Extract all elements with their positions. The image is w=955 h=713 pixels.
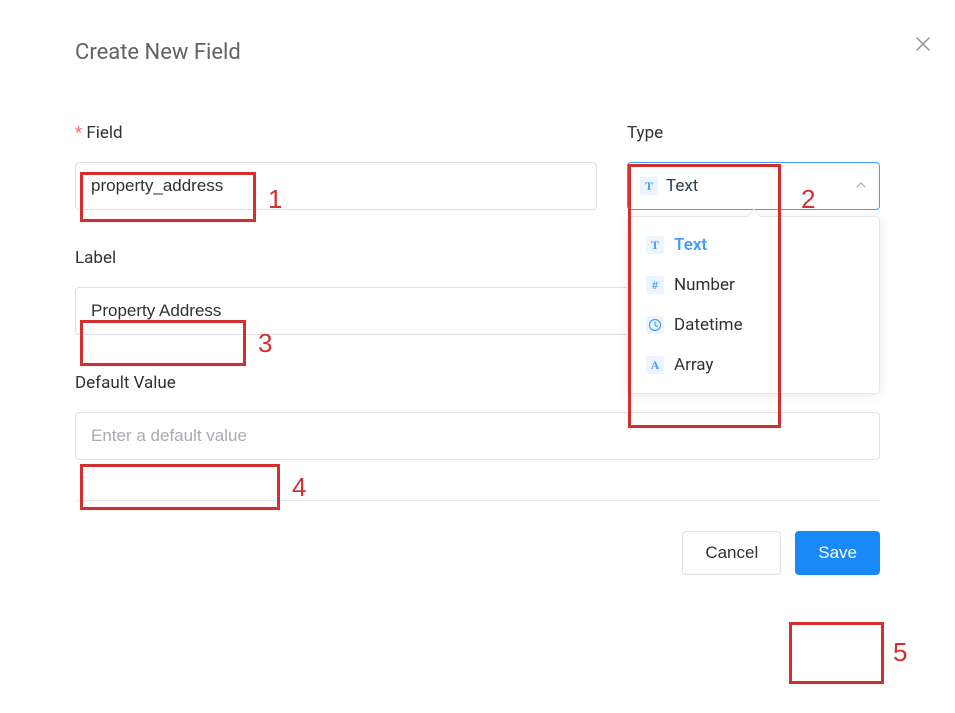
field-input[interactable] bbox=[75, 162, 597, 210]
dropdown-option-text[interactable]: T Text bbox=[628, 225, 879, 265]
dialog-title: Create New Field bbox=[75, 40, 880, 65]
text-type-icon: T bbox=[646, 236, 664, 254]
annotation-box-5 bbox=[789, 622, 884, 684]
annotation-box-4 bbox=[80, 464, 280, 510]
number-type-icon: # bbox=[646, 276, 664, 294]
option-label: Text bbox=[674, 235, 707, 255]
annotation-number-5: 5 bbox=[893, 637, 907, 668]
dropdown-option-number[interactable]: # Number bbox=[628, 265, 879, 305]
close-button[interactable] bbox=[915, 36, 931, 56]
type-selected-value: Text bbox=[666, 176, 698, 196]
required-mark: * bbox=[75, 123, 82, 143]
field-label-text: Field bbox=[86, 123, 122, 143]
annotation-number-4: 4 bbox=[292, 472, 306, 503]
field-group: *Field bbox=[75, 125, 597, 210]
dropdown-option-datetime[interactable]: Datetime bbox=[628, 305, 879, 345]
chevron-up-icon bbox=[855, 176, 867, 196]
array-type-icon: A bbox=[646, 356, 664, 374]
dropdown-arrow bbox=[746, 209, 760, 223]
datetime-type-icon bbox=[646, 316, 664, 334]
dialog-footer: Cancel Save bbox=[75, 531, 880, 575]
cancel-button[interactable]: Cancel bbox=[682, 531, 781, 575]
type-select[interactable]: T Text bbox=[627, 162, 880, 210]
text-type-icon: T bbox=[640, 177, 658, 195]
type-dropdown: T Text # Number Datetime A Array bbox=[627, 216, 880, 394]
type-label: Type bbox=[627, 125, 880, 142]
divider bbox=[75, 500, 880, 501]
dropdown-option-array[interactable]: A Array bbox=[628, 345, 879, 385]
option-label: Array bbox=[674, 355, 713, 375]
default-value-input[interactable] bbox=[75, 412, 880, 460]
option-label: Number bbox=[674, 275, 735, 295]
save-button[interactable]: Save bbox=[795, 531, 880, 575]
close-icon bbox=[915, 35, 931, 57]
type-group: Type T Text T Text # Number bbox=[627, 125, 880, 210]
option-label: Datetime bbox=[674, 315, 743, 335]
field-label: *Field bbox=[75, 125, 597, 142]
